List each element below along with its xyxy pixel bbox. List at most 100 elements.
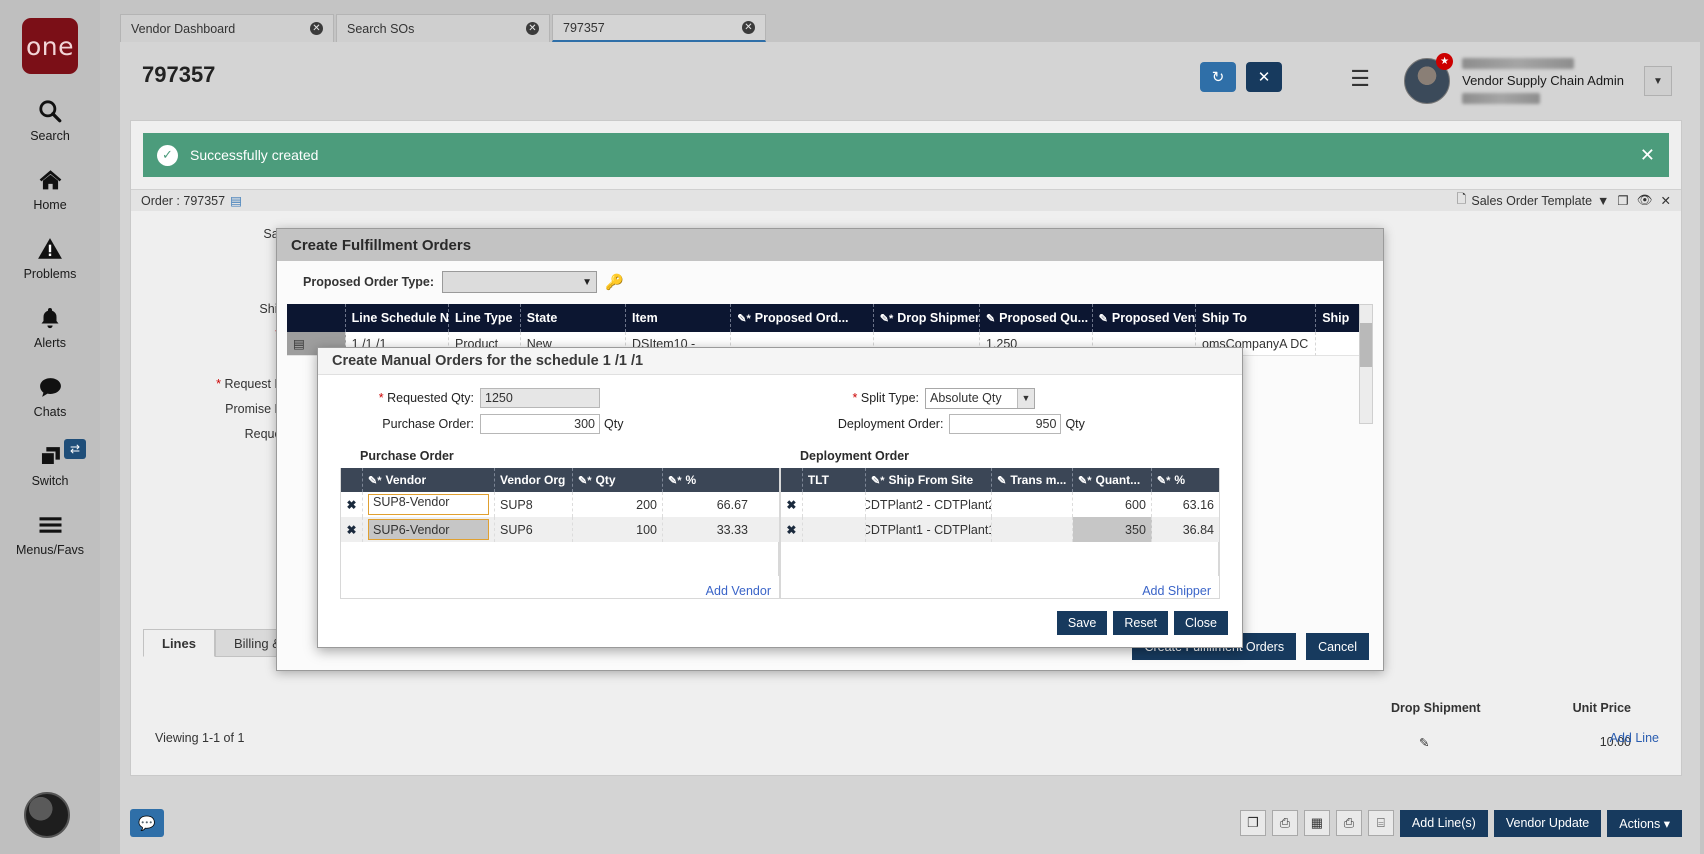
column-proposed-qty: ✎Proposed Qu...	[980, 304, 1093, 332]
menu-icon[interactable]: ☰	[1350, 66, 1370, 92]
user-profile[interactable]: ★ Vendor Supply Chain Admin ▼	[1404, 58, 1672, 104]
form-row-purchase-order-qty: Purchase Order: 300 Qty Deployment Order…	[340, 411, 1220, 437]
cell-trans-mode[interactable]	[992, 492, 1073, 517]
close-button[interactable]: Close	[1174, 611, 1228, 635]
warning-triangle-icon	[37, 234, 63, 264]
sidebar-item-menus-favs[interactable]: Menus/Favs	[0, 510, 100, 557]
close-icon[interactable]: ✕	[1661, 193, 1671, 208]
edit-icon: ✎	[997, 474, 1006, 487]
avatar[interactable]: ★	[1404, 58, 1450, 104]
chevron-down-icon[interactable]: ▼	[1597, 194, 1609, 208]
one-logo: one	[22, 18, 78, 74]
template-icon: 🗋	[1456, 190, 1466, 211]
close-icon[interactable]: ✕	[1640, 145, 1655, 166]
tab-search-sos[interactable]: Search SOs ✕	[336, 14, 550, 42]
tab-vendor-dashboard[interactable]: Vendor Dashboard ✕	[120, 14, 334, 42]
user-name-redacted	[1462, 58, 1574, 69]
tab-lines[interactable]: Lines	[143, 629, 215, 657]
table-row[interactable]: ✖ CDTPlant2 - CDTPlant2 600 63.16	[781, 492, 1219, 517]
check-icon: ✓	[157, 145, 178, 166]
column-line-schedule-number: Line Schedule Nu...	[346, 304, 449, 332]
add-line-link[interactable]: Add Line	[1610, 731, 1659, 745]
tag-icon[interactable]: ▤	[230, 193, 242, 208]
add-shipper-link[interactable]: Add Shipper	[781, 576, 1219, 598]
bell-icon	[38, 303, 62, 333]
close-icon[interactable]: ✕	[742, 21, 755, 34]
table-row[interactable]: ✖ SUP8-Vendor SUP8 200 66.67	[341, 492, 779, 517]
sidebar-item-problems[interactable]: Problems	[0, 234, 100, 281]
sidebar-item-chats[interactable]: Chats	[0, 372, 100, 419]
form-row-requested-qty: * Requested Qty: 1250 * Split Type: Abso…	[340, 385, 1220, 411]
add-lines-button[interactable]: Add Line(s)	[1400, 810, 1488, 837]
cancel-button[interactable]: Cancel	[1306, 633, 1369, 660]
sidebar-item-switch[interactable]: ⇄ Switch	[0, 441, 100, 488]
column-proposed-order: ✎*Proposed Ord...	[731, 304, 874, 332]
cell-ship-from-site[interactable]: CDTPlant1 - CDTPlant1	[866, 517, 992, 542]
sidebar-item-label: Switch	[32, 474, 69, 488]
switch-badge-icon[interactable]: ⇄	[64, 439, 86, 459]
cell-pct[interactable]: 63.16	[1152, 492, 1219, 517]
cell-ship-from-site[interactable]: CDTPlant2 - CDTPlant2	[866, 492, 992, 517]
delete-row-icon[interactable]: ✖	[781, 492, 803, 517]
sidebar-item-alerts[interactable]: Alerts	[0, 303, 100, 350]
edit-icon[interactable]: ✎	[1391, 735, 1521, 750]
table-row[interactable]: ✖ CDTPlant1 - CDTPlant1 350 36.84	[781, 517, 1219, 542]
chat-bubble-icon	[37, 372, 64, 402]
cell-trans-mode[interactable]	[992, 517, 1073, 542]
table-row[interactable]: ✖ SUP6-Vendor SUP6 100 33.33	[341, 517, 779, 542]
actions-button[interactable]: Actions ▾	[1607, 810, 1682, 837]
edit-icon: ✎*	[737, 312, 751, 325]
cell-pct[interactable]: 36.84	[1152, 517, 1219, 542]
chat-icon[interactable]: 💬	[130, 809, 164, 837]
cell-qty[interactable]: 200	[573, 492, 663, 517]
table-header-row: ✎*Vendor Vendor Org ✎*Qty ✎*%	[341, 468, 779, 492]
vendor-cell-input[interactable]: SUP8-Vendor	[368, 494, 489, 515]
chevron-down-icon[interactable]: ▼	[1644, 66, 1672, 96]
add-vendor-link[interactable]: Add Vendor	[341, 576, 779, 598]
cell-qty[interactable]: 100	[573, 517, 663, 542]
hamburger-icon	[37, 510, 64, 540]
tab-797357[interactable]: 797357 ✕	[552, 14, 766, 42]
sales-order-template-select[interactable]: 🗋 Sales Order Template ▼	[1456, 190, 1609, 211]
close-icon[interactable]: ✕	[526, 22, 539, 35]
orders-split-panels: Purchase Order ✎*Vendor Vendor Org ✎*Qty…	[340, 449, 1220, 599]
delete-row-icon[interactable]: ✖	[341, 517, 363, 542]
purchase-order-qty-input[interactable]: 300	[480, 414, 600, 434]
vendor-update-button[interactable]: Vendor Update	[1494, 810, 1601, 837]
key-icon[interactable]: 🔑	[605, 273, 624, 291]
requested-qty-input[interactable]: 1250	[480, 388, 600, 408]
grid-icon[interactable]: ▦	[1304, 810, 1330, 836]
eye-icon[interactable]: 👁	[1637, 193, 1653, 208]
order-label: Order : 797357	[141, 194, 225, 208]
cell-pct[interactable]: 66.67	[663, 492, 753, 517]
template-label: Sales Order Template	[1471, 194, 1592, 208]
split-type-select[interactable]: Absolute Qty ▼	[925, 388, 1035, 409]
vendor-cell-input[interactable]: SUP6-Vendor	[368, 519, 489, 540]
deployment-order-qty-input[interactable]: 950	[949, 414, 1061, 434]
reset-button[interactable]: Reset	[1113, 611, 1168, 635]
copy-icon[interactable]: ❐	[1617, 193, 1628, 208]
cell-pct[interactable]: 33.33	[663, 517, 753, 542]
scrollbar-thumb[interactable]	[1360, 323, 1372, 367]
cell-quantity[interactable]: 350	[1073, 517, 1152, 542]
print-icon[interactable]: ⎙	[1336, 810, 1362, 836]
cell-tlt	[803, 492, 866, 517]
save-button[interactable]: Save	[1057, 611, 1108, 635]
delete-row-icon[interactable]: ✖	[781, 517, 803, 542]
copy-icon[interactable]: ❐	[1240, 810, 1266, 836]
close-icon[interactable]: ✕	[310, 22, 323, 35]
rail-avatar[interactable]	[24, 792, 70, 838]
grid-vertical-scrollbar[interactable]	[1359, 304, 1373, 424]
close-icon[interactable]: ✕	[1246, 62, 1282, 92]
sidebar-item-search[interactable]: Search	[0, 96, 100, 143]
chevron-down-icon[interactable]: ▼	[1017, 389, 1034, 408]
delete-row-icon[interactable]: ✖	[341, 492, 363, 517]
cell-quantity[interactable]: 600	[1073, 492, 1152, 517]
attach-icon[interactable]: ⎙	[1272, 810, 1298, 836]
sidebar-item-label: Problems	[24, 267, 77, 281]
proposed-order-type-select[interactable]: ▼	[442, 271, 597, 293]
calculator-icon[interactable]: ⌸	[1368, 810, 1394, 836]
purchase-order-table: ✎*Vendor Vendor Org ✎*Qty ✎*% ✖ SUP8-Ven…	[340, 468, 780, 599]
refresh-icon[interactable]: ↻	[1200, 62, 1236, 92]
sidebar-item-home[interactable]: Home	[0, 165, 100, 212]
